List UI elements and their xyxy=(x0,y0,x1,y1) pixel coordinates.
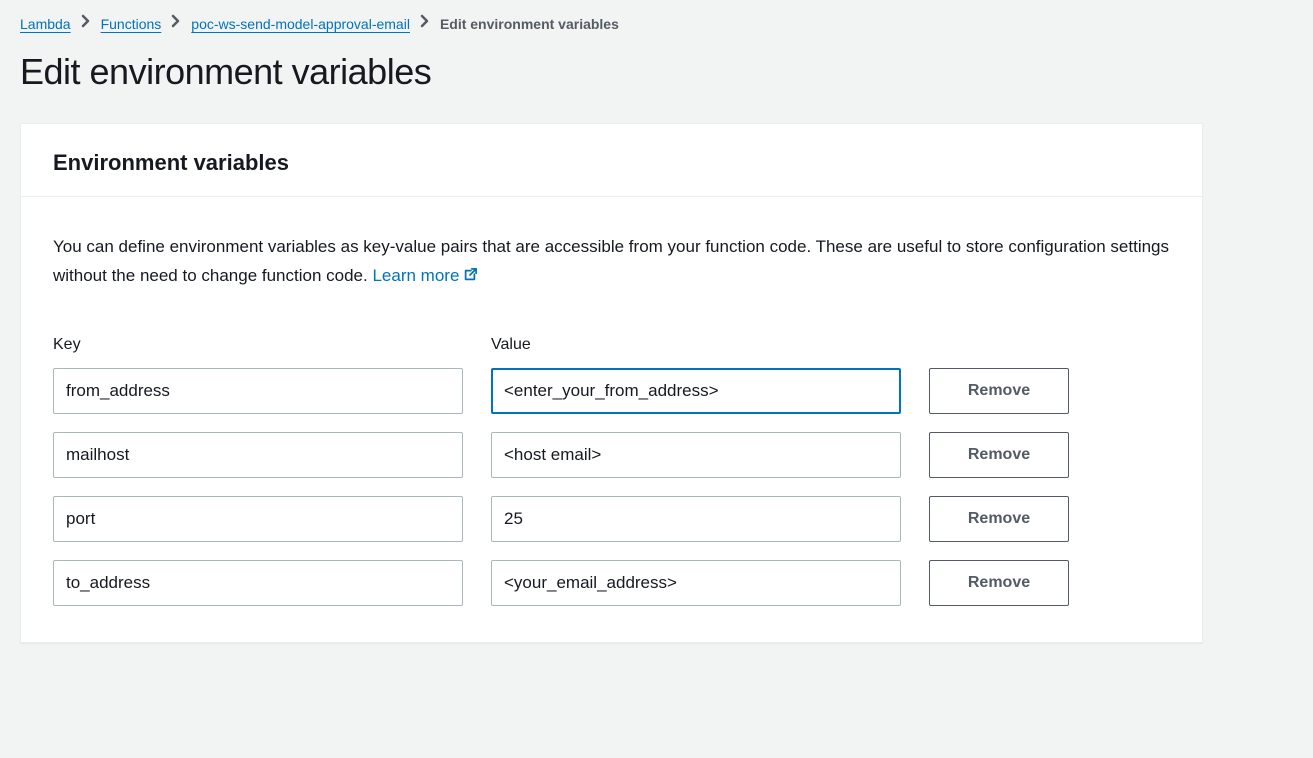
breadcrumb-link-functions[interactable]: Functions xyxy=(101,16,162,32)
remove-button[interactable]: Remove xyxy=(929,560,1069,606)
chevron-right-icon xyxy=(171,14,181,33)
panel-title: Environment variables xyxy=(53,150,1170,176)
env-value-input[interactable] xyxy=(491,368,901,414)
breadcrumb: Lambda Functions poc-ws-send-model-appro… xyxy=(20,14,1293,33)
panel-header: Environment variables xyxy=(21,124,1202,197)
env-key-input[interactable] xyxy=(53,560,463,606)
column-header-value: Value xyxy=(491,336,901,354)
column-header-actions xyxy=(929,342,1069,343)
env-key-input[interactable] xyxy=(53,432,463,478)
panel-description: You can define environment variables as … xyxy=(53,233,1170,292)
chevron-right-icon xyxy=(81,14,91,33)
env-value-input[interactable] xyxy=(491,432,901,478)
chevron-right-icon xyxy=(420,14,430,33)
env-value-input[interactable] xyxy=(491,560,901,606)
breadcrumb-link-function-name[interactable]: poc-ws-send-model-approval-email xyxy=(191,16,410,32)
column-header-key: Key xyxy=(53,336,463,354)
remove-button[interactable]: Remove xyxy=(929,432,1069,478)
remove-button[interactable]: Remove xyxy=(929,368,1069,414)
env-vars-panel: Environment variables You can define env… xyxy=(20,123,1203,643)
external-link-icon xyxy=(463,263,477,292)
breadcrumb-link-lambda[interactable]: Lambda xyxy=(20,16,71,32)
page-title: Edit environment variables xyxy=(20,51,1293,93)
learn-more-link[interactable]: Learn more xyxy=(372,266,477,285)
env-key-input[interactable] xyxy=(53,368,463,414)
remove-button[interactable]: Remove xyxy=(929,496,1069,542)
breadcrumb-current: Edit environment variables xyxy=(440,16,619,32)
env-value-input[interactable] xyxy=(491,496,901,542)
env-vars-grid: Key Value Remove Remove Remove Remove xyxy=(53,336,1170,606)
env-key-input[interactable] xyxy=(53,496,463,542)
